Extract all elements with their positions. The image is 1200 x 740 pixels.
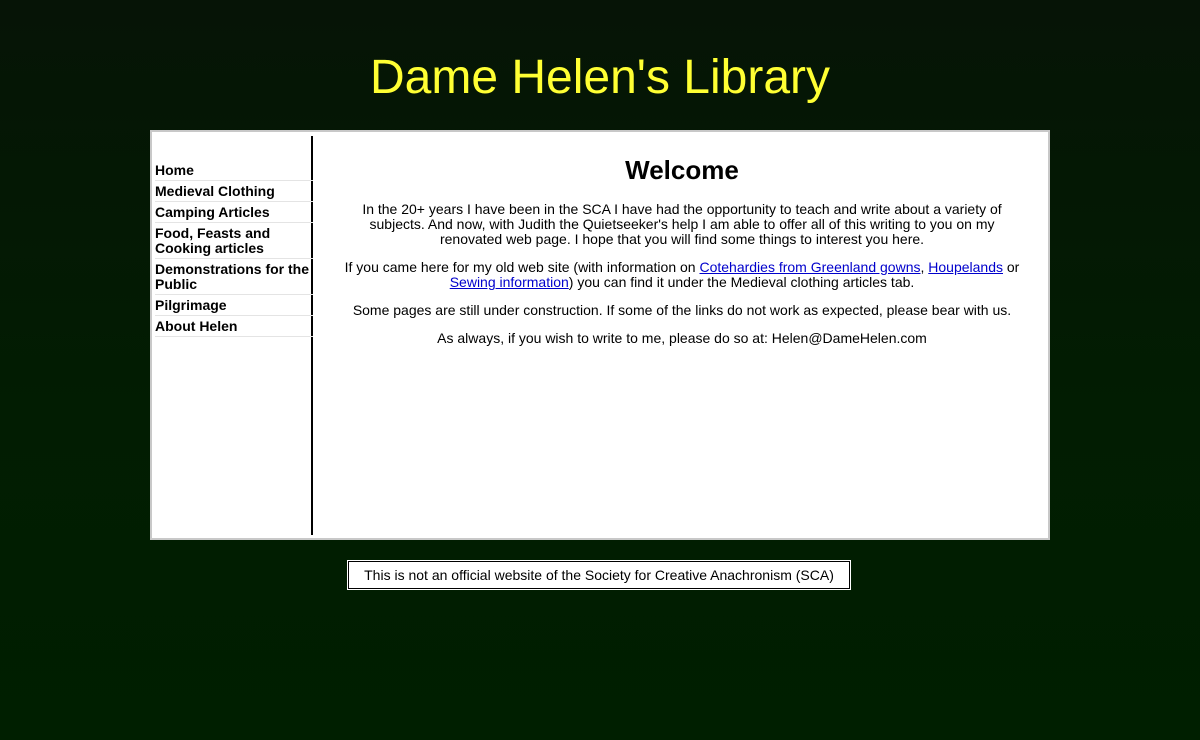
sidebar-nav: Home Medieval Clothing Camping Articles …: [155, 136, 313, 535]
page-heading: Welcome: [625, 155, 739, 185]
link-cotehardies[interactable]: Cotehardies from Greenland gowns: [699, 259, 920, 275]
footer-disclaimer: This is not an official website of the S…: [348, 561, 850, 589]
site-title: Dame Helen's Library: [369, 51, 830, 104]
nav-item-camping-articles[interactable]: Camping Articles: [155, 202, 313, 223]
nav-item-demonstrations[interactable]: Demonstrations for the Public: [155, 259, 313, 295]
nav-item-food-feasts-cooking[interactable]: Food, Feasts and Cooking articles: [155, 223, 313, 259]
old-site-text-prefix: If you came here for my old web site (wi…: [344, 259, 700, 275]
construction-paragraph: Some pages are still under construction.…: [352, 302, 1012, 318]
intro-paragraph: In the 20+ years I have been in the SCA …: [362, 201, 1002, 247]
nav-item-about-helen[interactable]: About Helen: [155, 316, 313, 337]
nav-item-medieval-clothing[interactable]: Medieval Clothing: [155, 181, 313, 202]
main-panel: Home Medieval Clothing Camping Articles …: [150, 130, 1050, 540]
link-houpelands[interactable]: Houpelands: [928, 259, 1003, 275]
nav-item-pilgrimage[interactable]: Pilgrimage: [155, 295, 313, 316]
content-area: Welcome In the 20+ years I have been in …: [342, 132, 1022, 359]
link-sewing-information[interactable]: Sewing information: [450, 274, 569, 290]
old-site-text-suffix: ) you can find it under the Medieval clo…: [568, 274, 915, 290]
nav-item-home[interactable]: Home: [155, 160, 313, 181]
separator-or: or: [1003, 259, 1020, 275]
old-site-paragraph: If you came here for my old web site (wi…: [342, 260, 1022, 290]
contact-paragraph: As always, if you wish to write to me, p…: [437, 330, 927, 346]
